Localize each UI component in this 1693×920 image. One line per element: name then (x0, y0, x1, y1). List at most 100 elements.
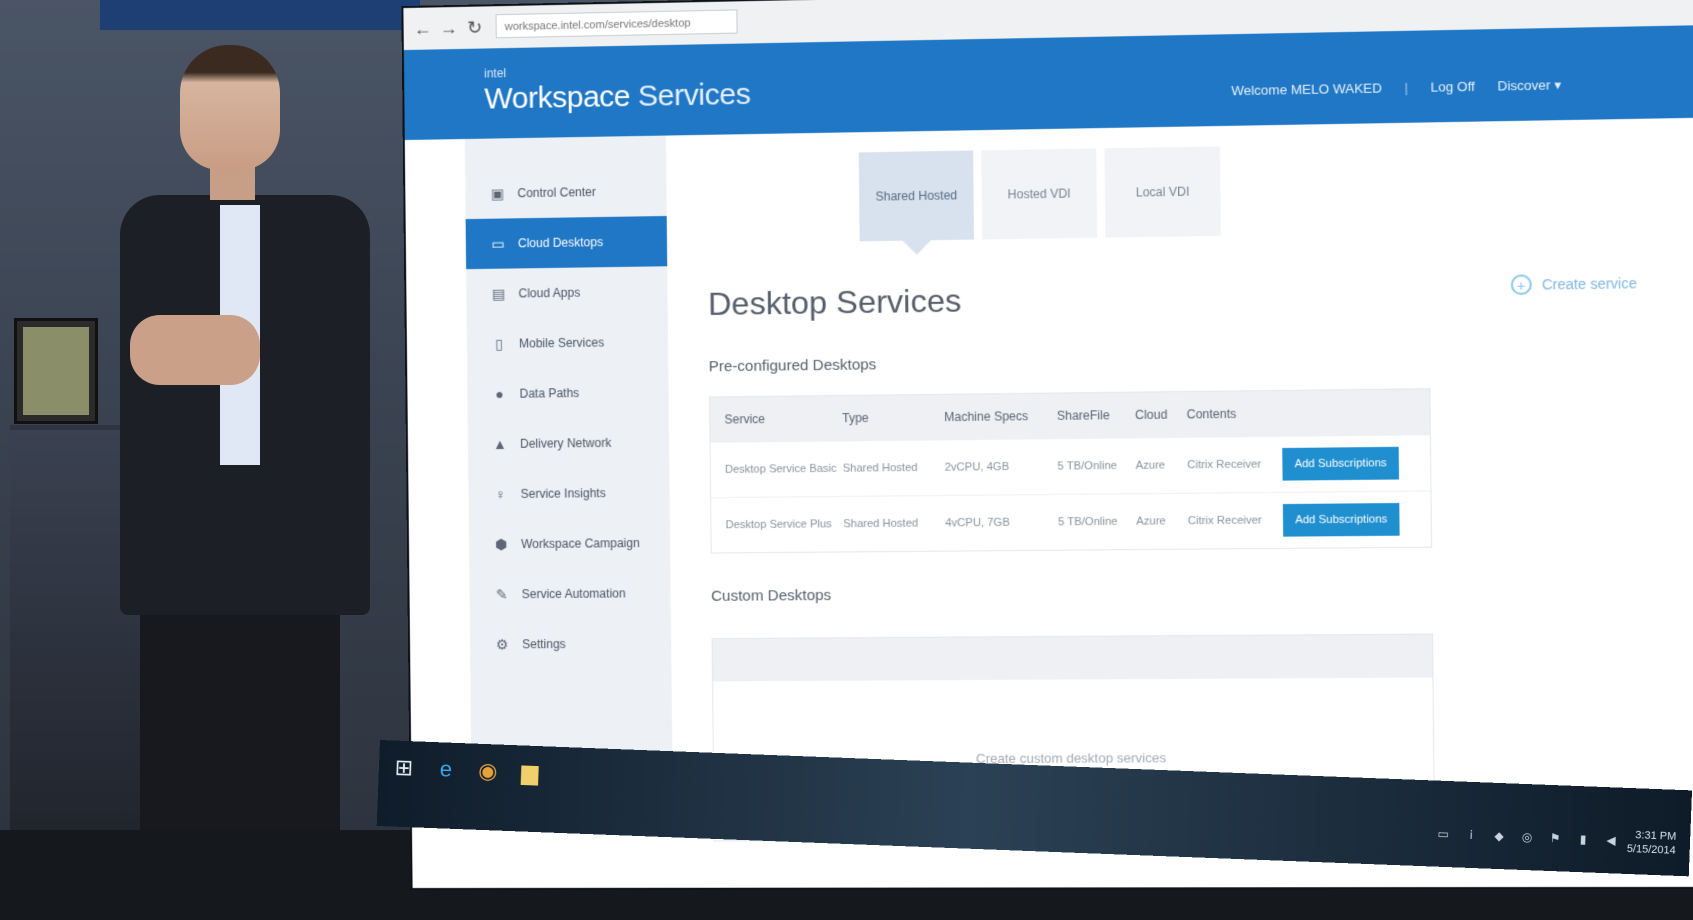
sidebar-item-label: Control Center (517, 184, 596, 201)
address-bar[interactable]: workspace.intel.com/services/desktop (495, 9, 738, 39)
brand-main: Workspace (484, 79, 631, 116)
col-contents: Contents (1186, 406, 1237, 422)
col-service: Service (724, 412, 766, 427)
laptop-screen (23, 327, 89, 415)
header-user-links: Welcome MELO WAKED | Log Off Discover ▾ (1213, 77, 1562, 100)
presenter-hands (130, 315, 260, 385)
sidebar-item-cloud-apps[interactable]: ▤ Cloud Apps (466, 266, 668, 319)
create-service-link[interactable]: + Create service (1510, 273, 1637, 296)
sidebar-item-label: Mobile Services (518, 335, 605, 351)
custom-table-header (712, 634, 1433, 682)
security-icon[interactable]: ◆ (1490, 829, 1509, 844)
tab-local-vdi[interactable]: Local VDI (1104, 146, 1221, 238)
cell-sharefile: 5 TB/Online (1057, 459, 1118, 473)
chrome-icon[interactable]: ◉ (470, 754, 505, 789)
cell-action: Add Subscriptions (1282, 502, 1431, 537)
add-subscriptions-button[interactable]: Add Subscriptions (1282, 446, 1400, 481)
sidebar-item-delivery-network[interactable]: ▲ Delivery Network (468, 417, 670, 469)
tab-shared-hosted[interactable]: Shared Hosted (858, 150, 975, 242)
cell-action: Add Subscriptions (1282, 446, 1430, 481)
cell-type: Shared Hosted (843, 517, 919, 531)
sidebar-item-label: Workspace Campaign (521, 536, 640, 552)
preconfigured-title: Pre-configured Desktops (708, 356, 877, 376)
stage-banner (100, 0, 420, 30)
gear-icon: ✎ (495, 586, 508, 603)
volume-icon[interactable]: ◀ (1602, 833, 1621, 848)
windows-start-icon[interactable]: ⊞ (386, 750, 421, 785)
sync-icon[interactable]: ◎ (1518, 830, 1537, 845)
custom-title: Custom Desktops (711, 586, 832, 605)
sidebar-item-label: Service Insights (520, 486, 606, 501)
sidebar-item-label: Cloud Apps (518, 285, 581, 301)
network-icon: ▲ (492, 435, 508, 453)
cell-contents: Citrix Receiver (1187, 458, 1262, 472)
presenter (110, 45, 400, 840)
network-tray-icon[interactable]: ▮ (1574, 832, 1593, 847)
sidebar-item-service-automation[interactable]: ✎ Service Automation (469, 568, 671, 620)
brand-logo[interactable]: Workspace Services (484, 78, 750, 117)
presenter-legs (140, 605, 340, 840)
service-tabs: Shared Hosted Hosted VDI Local VDI (858, 146, 1229, 242)
brand-sub: Services (637, 77, 751, 113)
cell-service: Desktop Service Plus (725, 518, 832, 532)
page-title: Desktop Services (707, 282, 962, 323)
internet-explorer-icon[interactable]: e (428, 752, 463, 787)
cell-type: Shared Hosted (842, 461, 918, 475)
sidebar-item-label: Settings (522, 637, 566, 652)
cell-service: Desktop Service Basic (724, 462, 837, 476)
system-tray: ▭ ⅰ ◆ ◎ ⚑ ▮ ◀ (1434, 827, 1620, 848)
sidebar: ▣ Control Center ▭ Cloud Desktops ▤ Clou… (464, 135, 673, 780)
add-subscriptions-button[interactable]: Add Subscriptions (1282, 502, 1400, 537)
table-row: Desktop Service Basic Shared Hosted 2vCP… (710, 434, 1431, 498)
sidebar-item-label: Delivery Network (520, 435, 612, 451)
plus-icon: + (1510, 274, 1532, 296)
sidebar-item-service-insights[interactable]: ♀ Service Insights (468, 467, 670, 519)
flag-icon[interactable]: ⚑ (1546, 831, 1565, 846)
tab-hosted-vdi[interactable]: Hosted VDI (981, 148, 1098, 240)
refresh-icon[interactable]: ↻ (463, 16, 485, 38)
sidebar-item-settings[interactable]: ⚙ Settings (470, 618, 672, 669)
back-icon[interactable]: ← (411, 17, 433, 39)
table-row: Desktop Service Plus Shared Hosted 4vCPU… (711, 490, 1432, 553)
sidebar-item-label: Cloud Desktops (517, 235, 604, 251)
create-service-label: Create service (1541, 274, 1637, 293)
presenter-head (180, 45, 280, 170)
folder-icon: ● (495, 385, 504, 402)
col-sharefile: ShareFile (1056, 408, 1110, 423)
welcome-text: Welcome MELO WAKED (1231, 80, 1383, 99)
keyboard-icon[interactable]: ▭ (1434, 827, 1453, 842)
logout-link[interactable]: Log Off (1431, 79, 1475, 95)
cell-cloud: Azure (1136, 515, 1166, 528)
lightbulb-icon: ♀ (495, 486, 506, 503)
brand-intel: intel (484, 66, 507, 81)
col-cloud: Cloud (1135, 407, 1168, 423)
account-menu[interactable]: Discover ▾ (1497, 77, 1561, 94)
cell-machine-specs: 2vCPU, 4GB (944, 460, 1010, 474)
sidebar-item-label: Service Automation (521, 586, 626, 602)
col-machine-specs: Machine Specs (944, 409, 1029, 425)
phone-icon: ▯ (495, 335, 503, 352)
sidebar-item-mobile-services[interactable]: ▯ Mobile Services (467, 317, 669, 370)
cell-machine-specs: 4vCPU, 7GB (945, 516, 1010, 530)
sidebar-item-workspace-campaign[interactable]: ⬢ Workspace Campaign (469, 518, 671, 570)
header-separator: | (1404, 79, 1409, 96)
preconfigured-table: Service Type Machine Specs ShareFile Clo… (709, 388, 1433, 554)
settings-icon: ⚙ (495, 636, 509, 653)
cell-cloud: Azure (1135, 459, 1166, 472)
sidebar-item-cloud-desktops[interactable]: ▭ Cloud Desktops (465, 215, 668, 270)
taskbar-clock[interactable]: 3:31 PM 5/15/2014 (1627, 828, 1677, 858)
cell-contents: Citrix Receiver (1187, 514, 1262, 528)
sidebar-item-control-center[interactable]: ▣ Control Center (465, 166, 667, 219)
clipboard-icon: ▣ (490, 185, 505, 202)
sidebar-item-label: Data Paths (519, 385, 580, 401)
file-explorer-icon[interactable]: ▆ (512, 755, 547, 790)
col-type: Type (842, 410, 869, 426)
table-header: Service Type Machine Specs ShareFile Clo… (710, 389, 1430, 442)
cell-sharefile: 5 TB/Online (1057, 515, 1118, 529)
forward-icon[interactable]: → (437, 17, 459, 39)
shield-icon: ⬢ (494, 536, 508, 553)
laptop (14, 318, 98, 424)
info-icon[interactable]: ⅰ (1462, 828, 1481, 843)
sidebar-item-data-paths[interactable]: ● Data Paths (467, 367, 669, 420)
monitor-icon: ▭ (491, 235, 505, 252)
